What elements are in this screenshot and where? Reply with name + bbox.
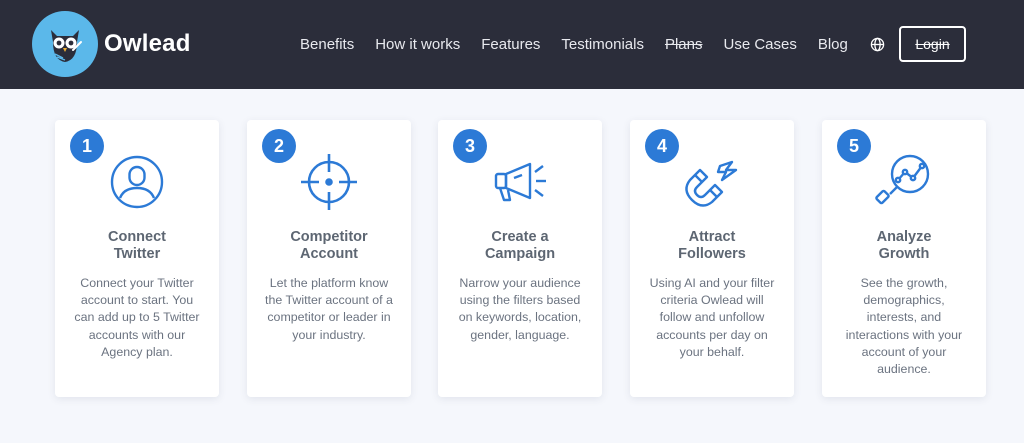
step-title: Competitor Account [290,229,368,262]
step-title: Analyze Growth [876,229,932,262]
globe-icon[interactable] [870,37,886,53]
magnet-icon [680,150,744,214]
step-number-badge: 2 [262,129,296,163]
step-description: See the growth, demographics, interests,… [845,276,963,377]
owl-icon [32,11,98,77]
megaphone-icon [488,150,552,214]
step-card-analyze: 5 Analyze Growth See the growth, demogra… [822,120,986,397]
analytics-magnifier-icon [872,150,936,214]
step-number-badge: 4 [645,129,679,163]
step-description: Using AI and your filter criteria Owlead… [649,276,775,359]
crosshair-icon [297,150,361,214]
step-number-badge: 1 [70,129,104,163]
nav-link-blog[interactable]: Blog [818,36,848,53]
step-title: Connect Twitter [108,229,166,262]
top-navbar: Owlead Benefits How it works Features Te… [0,0,1024,89]
step-card-competitor: 2 Competitor Account Let the platform kn… [247,120,411,397]
brand-name: Owlead [104,30,191,57]
step-description: Connect your Twitter account to start. Y… [74,276,200,359]
step-title: Attract Followers [678,229,746,262]
main-nav: Benefits How it works Features Testimoni… [300,0,886,89]
step-card-connect: 1 Connect Twitter Connect your Twitter a… [55,120,219,397]
nav-link-how-it-works[interactable]: How it works [375,36,460,53]
nav-link-plans[interactable]: Plans [665,36,703,53]
login-button[interactable]: Login [899,26,966,62]
nav-link-features[interactable]: Features [481,36,540,53]
nav-link-benefits[interactable]: Benefits [300,36,354,53]
step-description: Narrow your audience using the filters b… [458,276,582,342]
brand-logo[interactable]: Owlead [32,11,191,77]
step-card-followers: 4 Attract Followers Using AI and your fi… [630,120,794,397]
step-card-campaign: 3 Create a Campaign Narrow your audience… [438,120,602,397]
step-title: Create a Campaign [484,229,556,262]
step-description: Let the platform know the Twitter accoun… [265,276,393,342]
nav-link-use-cases[interactable]: Use Cases [723,36,796,53]
user-circle-icon [105,150,169,214]
step-number-badge: 5 [837,129,871,163]
step-number-badge: 3 [453,129,487,163]
nav-link-testimonials[interactable]: Testimonials [561,36,644,53]
